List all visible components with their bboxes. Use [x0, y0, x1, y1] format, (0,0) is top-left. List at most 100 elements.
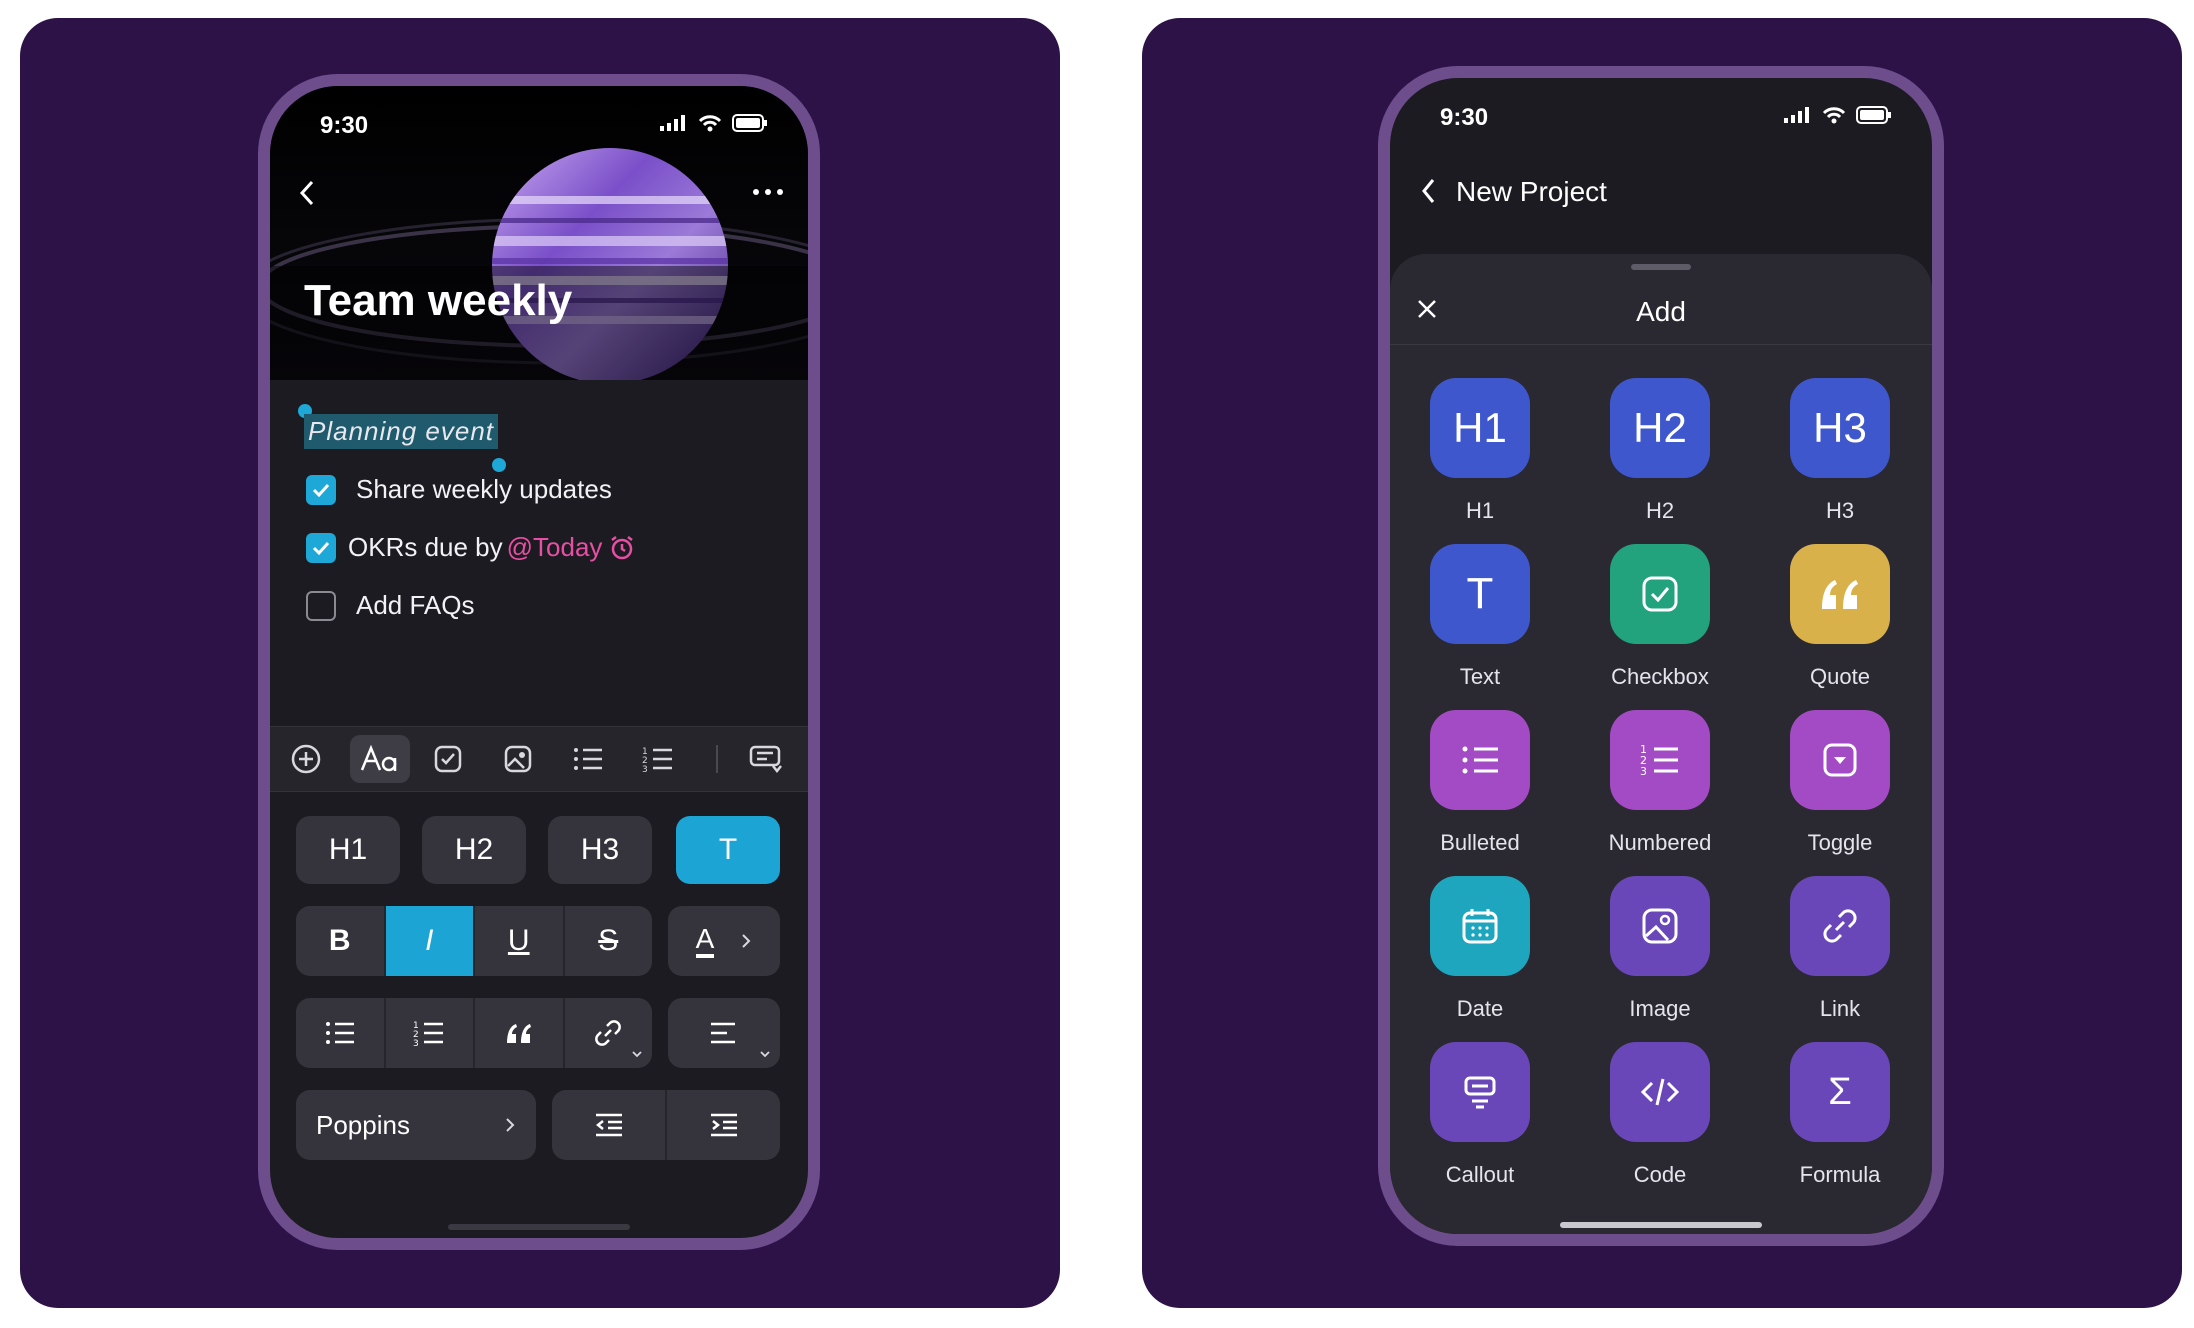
check-icon — [312, 541, 330, 555]
wifi-icon — [698, 115, 722, 132]
todo-item[interactable]: Add FAQs — [306, 590, 475, 621]
status-time: 9:30 — [320, 112, 369, 139]
font-name: Poppins — [316, 1109, 410, 1140]
calendar-icon — [1462, 909, 1498, 944]
alarm-clock-icon[interactable] — [608, 534, 636, 562]
indent-button[interactable] — [667, 1090, 780, 1160]
add-callout-tile[interactable] — [1430, 1042, 1530, 1142]
image-icon — [504, 745, 532, 773]
date-mention[interactable]: @Today — [507, 532, 603, 563]
todo-text: OKRs due by — [348, 532, 503, 562]
toolbar-divider — [716, 745, 718, 773]
svg-text:3: 3 — [642, 765, 648, 773]
link-icon — [595, 1020, 622, 1046]
nav-title: New Project — [1456, 176, 1607, 207]
dismiss-keyboard-button[interactable] — [742, 735, 790, 783]
numbered-list-format-button[interactable]: 123 — [386, 998, 475, 1068]
bold-button[interactable]: B — [296, 906, 386, 976]
bullet-list-format-button[interactable] — [296, 998, 386, 1068]
add-h1-tile[interactable]: H1 — [1430, 378, 1530, 478]
bullet-list-button[interactable] — [564, 735, 612, 783]
heading1-button[interactable]: H1 — [296, 816, 400, 884]
numbered-list-button[interactable]: 123 — [634, 735, 682, 783]
check-icon — [312, 483, 330, 497]
underline-button[interactable]: U — [475, 906, 565, 976]
text-style-button[interactable] — [350, 735, 410, 783]
selected-text[interactable]: Planning event — [304, 414, 499, 449]
chevron-right-icon — [506, 1118, 515, 1132]
home-indicator — [1560, 1222, 1762, 1228]
svg-text:3: 3 — [413, 1039, 419, 1047]
add-toggle-tile[interactable] — [1790, 710, 1890, 810]
numbered-list-icon: 123 — [642, 747, 672, 773]
tile-label: Date — [1456, 996, 1504, 1021]
italic-button[interactable]: I — [385, 906, 475, 976]
text-color-glyph: A — [695, 924, 715, 958]
keyboard-dismiss-icon — [749, 745, 782, 774]
add-link-tile[interactable] — [1790, 876, 1890, 976]
add-checkbox-tile[interactable] — [1610, 544, 1710, 644]
add-bulleted-tile[interactable] — [1430, 710, 1530, 810]
tile-label: Formula — [1799, 1162, 1881, 1187]
checkbox-checked[interactable] — [306, 474, 336, 505]
status-time: 9:30 — [1440, 104, 1489, 131]
outdent-button[interactable] — [552, 1090, 667, 1160]
quote-icon — [1822, 580, 1858, 609]
add-block-sheet: Add H1 H1 H2 H2 H3 H3 T Text Checkbox Qu… — [1390, 254, 1932, 1234]
tile-label: H1 — [1465, 498, 1495, 523]
add-date-tile[interactable] — [1430, 876, 1530, 976]
numbered-list-icon: 123 — [1640, 743, 1678, 777]
strikethrough-button[interactable]: S — [565, 906, 653, 976]
tile-label: Numbered — [1608, 830, 1712, 855]
checkbox-icon — [1642, 576, 1678, 612]
tile-label: Quote — [1810, 664, 1870, 689]
signal-icon — [1784, 107, 1809, 123]
image-block-button[interactable] — [494, 735, 542, 783]
add-text-tile[interactable]: T — [1430, 544, 1530, 644]
add-h3-tile[interactable]: H3 — [1790, 378, 1890, 478]
block-format-group: 123 — [296, 998, 652, 1068]
phone-add-menu: 9:30 New Project Add H1 H1 H2 H2 H3 H3 T… — [1378, 66, 1944, 1246]
add-image-tile[interactable] — [1610, 876, 1710, 976]
back-chevron-icon[interactable] — [1418, 176, 1440, 206]
heading3-button[interactable]: H3 — [548, 816, 652, 884]
todo-item[interactable]: Share weekly updates — [306, 474, 612, 505]
quote-format-button[interactable] — [475, 998, 565, 1068]
code-icon — [1640, 1078, 1680, 1106]
font-picker[interactable]: Poppins — [296, 1090, 536, 1160]
tile-label: Callout — [1445, 1162, 1515, 1187]
add-code-tile[interactable] — [1610, 1042, 1710, 1142]
more-options-icon[interactable] — [752, 186, 784, 198]
home-indicator — [448, 1224, 630, 1230]
selection-end-handle[interactable] — [492, 458, 506, 472]
alignment-button[interactable] — [668, 998, 780, 1068]
todo-text: Share weekly updates — [356, 474, 612, 504]
todo-text: Add FAQs — [356, 590, 475, 620]
signal-icon — [660, 115, 685, 131]
phone-editor: Team weekly 9:30 Planning event Share we… — [258, 74, 820, 1250]
body-text-button[interactable]: T — [676, 816, 780, 884]
indent-group — [552, 1090, 780, 1160]
tile-label: Link — [1819, 996, 1861, 1021]
back-chevron-icon[interactable] — [296, 178, 320, 208]
add-formula-tile[interactable]: Σ — [1790, 1042, 1890, 1142]
checkbox-checked[interactable] — [306, 532, 336, 563]
insert-block-button[interactable] — [282, 735, 330, 783]
battery-icon — [1856, 106, 1891, 124]
checkbox-unchecked[interactable] — [306, 590, 336, 621]
chevron-down-icon — [632, 1051, 642, 1058]
todo-item[interactable]: OKRs due by @Today — [306, 532, 636, 563]
page-title[interactable]: Team weekly — [304, 276, 572, 326]
status-bar: 9:30 — [1390, 78, 1932, 168]
checkbox-block-button[interactable] — [424, 735, 472, 783]
heading2-button[interactable]: H2 — [422, 816, 526, 884]
link-format-button[interactable] — [565, 998, 653, 1068]
tile-label: Image — [1629, 996, 1691, 1021]
add-h2-tile[interactable]: H2 — [1610, 378, 1710, 478]
add-numbered-tile[interactable]: 123 — [1610, 710, 1710, 810]
add-quote-tile[interactable] — [1790, 544, 1890, 644]
sheet-header: Add — [1390, 254, 1932, 345]
tile-label: Text — [1459, 664, 1501, 689]
text-color-button[interactable]: A — [668, 906, 780, 976]
editor-toolbar: 123 — [270, 726, 808, 792]
